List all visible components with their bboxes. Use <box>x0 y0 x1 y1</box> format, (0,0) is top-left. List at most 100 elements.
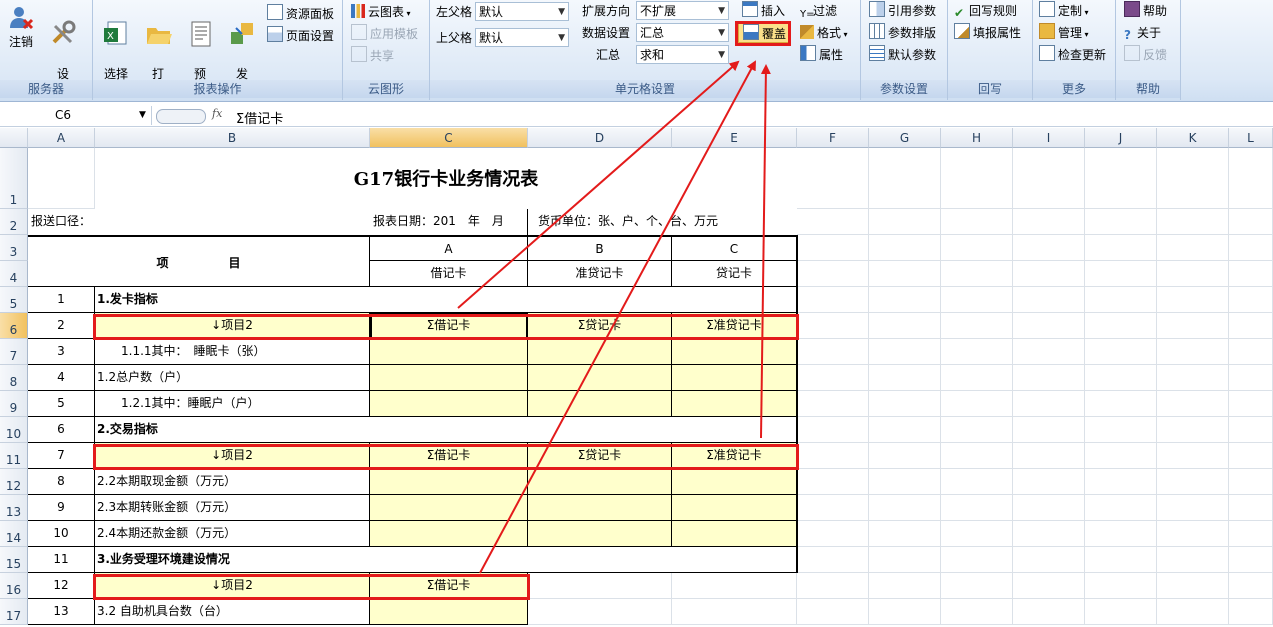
grid-cell[interactable] <box>797 365 869 391</box>
header-name[interactable]: 贷记卡 <box>672 261 797 287</box>
data-cell[interactable] <box>370 599 528 625</box>
share-button[interactable]: 共享 <box>351 46 394 66</box>
grid-cell[interactable] <box>1157 417 1229 443</box>
fx-icon[interactable]: fx <box>212 107 222 120</box>
filter-button[interactable]: Y=过滤 <box>800 1 837 21</box>
row-header-3[interactable]: 3 <box>0 235 28 261</box>
row-header-6[interactable]: 6 <box>0 313 28 339</box>
row-label[interactable]: 2.2本期取现金额（万元） <box>95 469 370 495</box>
grid-cell[interactable] <box>1085 495 1157 521</box>
cloud-chart-button[interactable]: 云图表 ▾ <box>351 2 411 22</box>
grid-cell[interactable] <box>1085 313 1157 339</box>
grid-cell[interactable] <box>1157 235 1229 261</box>
column-header-E[interactable]: E <box>672 128 797 148</box>
data-cell[interactable] <box>528 469 672 495</box>
column-header-K[interactable]: K <box>1157 128 1229 148</box>
row-header-17[interactable]: 17 <box>0 599 28 625</box>
grid-cell[interactable] <box>1085 209 1157 235</box>
grid-cell[interactable] <box>941 235 1013 261</box>
sum-cell[interactable]: Σ借记卡 <box>370 443 528 469</box>
grid-cell[interactable] <box>1157 391 1229 417</box>
header-code[interactable]: B <box>528 235 672 261</box>
data-cell[interactable] <box>672 469 797 495</box>
grid-cell[interactable] <box>797 235 869 261</box>
section-heading[interactable]: 1.发卡指标 <box>95 287 797 313</box>
data-cell[interactable] <box>672 521 797 547</box>
grid-cell[interactable] <box>1157 287 1229 313</box>
grid-cell[interactable] <box>1013 235 1085 261</box>
row-seq-number[interactable]: 2 <box>28 313 95 339</box>
grid-cell[interactable] <box>1229 417 1273 443</box>
currency-unit-label[interactable]: 货币单位：张、户、个、台、万元 <box>528 209 797 235</box>
data-cell[interactable] <box>528 339 672 365</box>
row-header-1[interactable]: 1 <box>0 148 28 209</box>
grid-cell[interactable] <box>1013 261 1085 287</box>
resource-panel-button[interactable]: 资源面板 <box>267 4 334 24</box>
column-header-H[interactable]: H <box>941 128 1013 148</box>
grid-cell[interactable] <box>941 521 1013 547</box>
grid-cell[interactable] <box>1229 391 1273 417</box>
grid-cell[interactable] <box>869 209 941 235</box>
row-label[interactable]: 3.2 自助机具台数（台） <box>95 599 370 625</box>
grid-cell[interactable] <box>1085 469 1157 495</box>
row-header-11[interactable]: 11 <box>0 443 28 469</box>
select-all-corner[interactable] <box>0 128 28 148</box>
grid-cell[interactable] <box>1013 495 1085 521</box>
grid-cell[interactable] <box>1229 313 1273 339</box>
column-header-D[interactable]: D <box>528 128 672 148</box>
grid-cell[interactable] <box>1013 547 1085 573</box>
grid-cell[interactable] <box>1013 365 1085 391</box>
custom-button[interactable]: 定制 ▾ <box>1039 1 1089 21</box>
grid-cell[interactable] <box>1013 469 1085 495</box>
default-params-button[interactable]: 默认参数 <box>869 45 936 65</box>
grid-cell[interactable] <box>1157 339 1229 365</box>
format-button[interactable]: 格式 ▾ <box>800 23 848 43</box>
column-header-B[interactable]: B <box>95 128 370 148</box>
grid-cell[interactable] <box>941 365 1013 391</box>
grid-cell[interactable] <box>869 339 941 365</box>
grid-cell[interactable] <box>941 391 1013 417</box>
grid-cell[interactable] <box>1085 261 1157 287</box>
row-seq-number[interactable]: 13 <box>28 599 95 625</box>
grid-cell[interactable] <box>1157 313 1229 339</box>
data-cell[interactable] <box>370 339 528 365</box>
data-cell[interactable] <box>672 391 797 417</box>
grid-cell[interactable] <box>1157 573 1229 599</box>
grid-cell[interactable] <box>869 547 941 573</box>
grid-cell[interactable] <box>1229 287 1273 313</box>
insert-button[interactable]: 插入 <box>742 1 785 21</box>
grid-cell[interactable] <box>1157 521 1229 547</box>
expand-item-cell[interactable]: ↓项目2 <box>95 443 370 469</box>
grid-cell[interactable] <box>941 417 1013 443</box>
grid-cell[interactable] <box>1013 209 1085 235</box>
grid-cell[interactable] <box>1229 573 1273 599</box>
grid-cell[interactable] <box>941 313 1013 339</box>
expand-item-cell[interactable]: ↓项目2 <box>95 313 370 339</box>
grid-cell[interactable] <box>797 469 869 495</box>
grid-cell[interactable] <box>941 547 1013 573</box>
grid-cell[interactable] <box>1085 547 1157 573</box>
data-setting-select[interactable]: 汇总 ▼ <box>636 23 729 42</box>
grid-cell[interactable] <box>1229 365 1273 391</box>
grid-cell[interactable] <box>1229 261 1273 287</box>
name-box-dropdown-icon[interactable]: ▼ <box>139 106 146 125</box>
row-header-2[interactable]: 2 <box>0 209 28 235</box>
grid-cell[interactable] <box>1085 443 1157 469</box>
grid-cell[interactable] <box>1229 209 1273 235</box>
grid-cell[interactable] <box>1229 521 1273 547</box>
row-seq-number[interactable]: 12 <box>28 573 95 599</box>
data-cell[interactable] <box>528 365 672 391</box>
grid-cell[interactable] <box>672 599 797 625</box>
grid-cell[interactable] <box>797 547 869 573</box>
feedback-button[interactable]: 反馈 <box>1124 45 1167 65</box>
row-label[interactable]: 1.2总户数（户） <box>95 365 370 391</box>
row-header-10[interactable]: 10 <box>0 417 28 443</box>
aggregate-select[interactable]: 求和 ▼ <box>636 45 729 64</box>
grid-cell[interactable] <box>1157 443 1229 469</box>
grid-cell[interactable] <box>869 495 941 521</box>
grid-cell[interactable] <box>941 148 1013 209</box>
grid-cell[interactable] <box>869 599 941 625</box>
row-seq-number[interactable]: 10 <box>28 521 95 547</box>
grid-cell[interactable] <box>1013 313 1085 339</box>
section-heading[interactable]: 3.业务受理环境建设情况 <box>95 547 797 573</box>
